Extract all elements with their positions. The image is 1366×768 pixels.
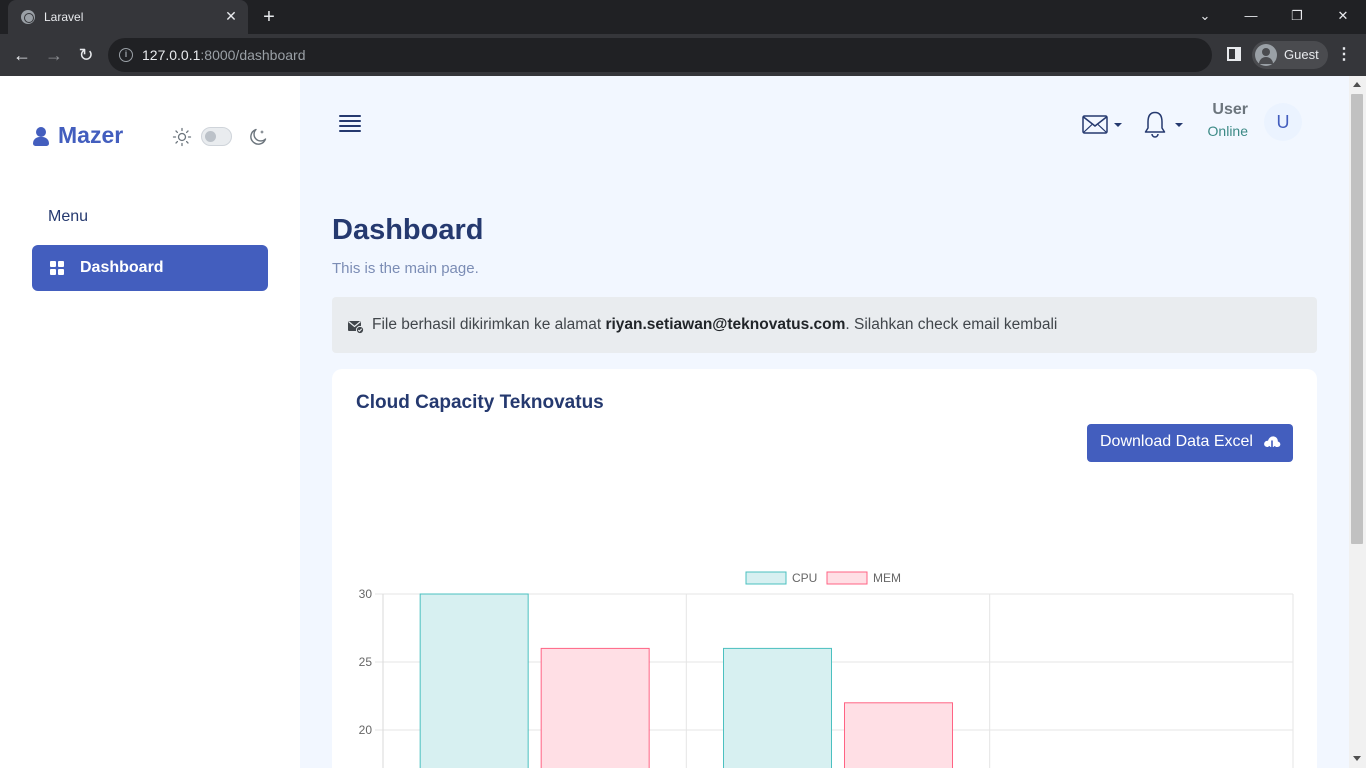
bar-cpu [419, 593, 529, 768]
legend-swatch-mem [826, 571, 868, 585]
profile-button[interactable]: Guest [1252, 41, 1328, 69]
page-viewport: Mazer Menu Dashboard User Online U Dashb… [0, 76, 1366, 768]
card-title: Cloud Capacity Teknovatus [356, 392, 604, 413]
globe-icon [21, 10, 35, 24]
scroll-down-arrow-icon[interactable] [1353, 756, 1361, 761]
y-tick-label: 20 [359, 723, 373, 737]
legend-label-cpu: CPU [792, 571, 817, 585]
download-excel-button[interactable]: Download Data Excel [1087, 424, 1293, 462]
site-info-icon[interactable]: i [119, 48, 133, 62]
bar-mem [844, 702, 953, 768]
tab-title: Laravel [44, 10, 84, 24]
page-scrollbar[interactable] [1349, 76, 1366, 768]
browser-toolbar: ← → ↻ i 127.0.0.1:8000/dashboard Guest ⋮ [0, 34, 1366, 76]
page-subtitle: This is the main page. [332, 260, 479, 277]
legend-label-mem: MEM [873, 571, 901, 585]
sidebar-item-label: Dashboard [80, 259, 164, 276]
y-tick-label: 25 [359, 655, 373, 669]
forward-button[interactable]: → [43, 44, 65, 66]
sun-icon [172, 127, 192, 147]
close-window-button[interactable]: ✕ [1331, 4, 1355, 28]
close-tab-icon[interactable]: ✕ [223, 8, 239, 24]
bar-cpu [723, 647, 832, 768]
grid-icon [50, 261, 64, 275]
theme-toggle [172, 125, 268, 149]
profile-name: Guest [1284, 47, 1319, 62]
user-name: User [1212, 101, 1248, 118]
scrollbar-thumb[interactable] [1351, 94, 1363, 544]
moon-icon [250, 128, 267, 145]
success-alert: File berhasil dikirimkan ke alamat riyan… [332, 297, 1317, 353]
y-tick-label: 30 [359, 587, 373, 601]
scroll-up-arrow-icon[interactable] [1353, 82, 1361, 87]
alert-email: riyan.setiawan@teknovatus.com [605, 316, 846, 333]
restore-button[interactable]: ❐ [1285, 4, 1309, 28]
address-bar[interactable]: i 127.0.0.1:8000/dashboard [108, 38, 1212, 72]
user-status: Online [1207, 123, 1248, 139]
tab-search-icon[interactable]: ⌄ [1193, 4, 1217, 28]
profile-avatar-icon [1255, 44, 1277, 66]
legend-swatch-cpu [745, 571, 787, 585]
cloud-capacity-card: Cloud Capacity Teknovatus Download Data … [332, 369, 1317, 768]
capacity-bar-chart: CPUMEM30252015 [359, 571, 1294, 768]
user-logo-icon [32, 125, 50, 147]
avatar[interactable]: U [1264, 103, 1302, 141]
logo[interactable]: Mazer [32, 122, 123, 149]
cloud-download-icon [1264, 436, 1281, 451]
download-button-label: Download Data Excel [1100, 433, 1253, 450]
browser-tab-strip: Laravel ✕ + ⌄ — ❐ ✕ [0, 0, 1366, 34]
alert-text: File berhasil dikirimkan ke alamat riyan… [372, 316, 1058, 333]
envelope-icon[interactable] [1082, 114, 1126, 136]
logo-text: Mazer [58, 122, 124, 148]
bell-icon[interactable] [1143, 110, 1185, 138]
browser-tab[interactable]: Laravel ✕ [8, 0, 248, 34]
page-title: Dashboard [332, 214, 484, 246]
minimize-button[interactable]: — [1239, 4, 1263, 28]
envelope-check-icon [348, 321, 364, 334]
menu-title: Menu [48, 208, 89, 225]
sidebar-item-dashboard[interactable]: Dashboard [32, 245, 268, 291]
url-text[interactable]: 127.0.0.1:8000/dashboard [142, 47, 305, 63]
hamburger-menu-icon[interactable] [339, 114, 361, 134]
bar-mem [540, 647, 650, 768]
reload-button[interactable]: ↻ [75, 44, 97, 66]
sidebar: Mazer Menu Dashboard [0, 76, 300, 768]
browser-menu-icon[interactable]: ⋮ [1336, 44, 1352, 66]
side-panel-icon[interactable] [1227, 47, 1241, 61]
new-tab-button[interactable]: + [258, 6, 280, 28]
back-button[interactable]: ← [11, 44, 33, 66]
dark-mode-switch[interactable] [201, 127, 232, 146]
